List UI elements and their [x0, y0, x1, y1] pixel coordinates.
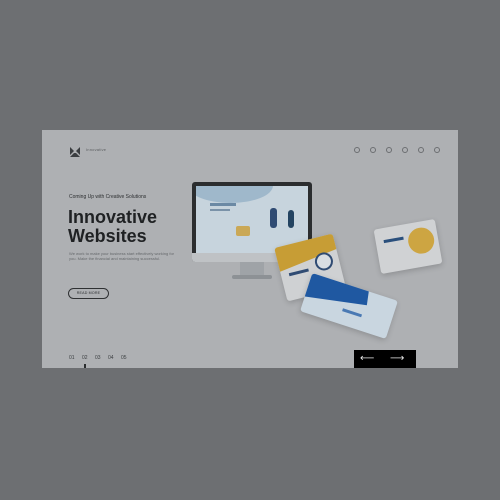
arrow-left-icon[interactable]: ⟵ [360, 354, 378, 364]
instagram-icon[interactable] [418, 147, 424, 153]
hero-title-line-1: Innovative [68, 207, 158, 227]
hero-description: We work to make your business start effe… [69, 251, 175, 261]
illustration-card-blue [300, 273, 398, 339]
pagination-item[interactable]: 05 [121, 355, 128, 361]
screen-wave-shape [196, 186, 273, 203]
social-links [354, 147, 440, 153]
screen-person-figure [288, 210, 294, 228]
brand-name: Innovative [86, 147, 107, 152]
linkedin-icon[interactable] [434, 147, 440, 153]
screen-subtitle-bar [210, 209, 230, 211]
arrow-right-icon[interactable]: ⟶ [390, 354, 408, 364]
pagination-item[interactable]: 02 [82, 355, 89, 361]
pagination-item[interactable]: 03 [95, 355, 102, 361]
card-yellow-circle [406, 225, 437, 256]
pagination-item[interactable]: 04 [108, 355, 115, 361]
logo[interactable] [69, 145, 81, 157]
hero-title: Innovative Websites [68, 208, 157, 246]
twitter-icon[interactable] [370, 147, 376, 153]
facebook-icon[interactable] [354, 147, 360, 153]
pagination-active-indicator [84, 364, 86, 368]
pagination-item[interactable]: 01 [69, 355, 76, 361]
logo-icon [70, 147, 80, 157]
read-more-button[interactable]: READ MORE [68, 288, 109, 299]
page-card: Innovative Coming Up with Creative Solut… [42, 130, 458, 368]
monitor-base [232, 275, 272, 279]
pagination: 01 02 03 04 05 [69, 355, 128, 361]
screen-person-figure [270, 208, 277, 228]
screen-yellow-card [236, 226, 250, 236]
hero-illustration [192, 182, 452, 339]
youtube-icon[interactable] [402, 147, 408, 153]
top-bar: Innovative [42, 130, 458, 170]
illustration-card-yellow [373, 218, 443, 275]
hero-title-line-2: Websites [68, 226, 147, 246]
monitor-stand [240, 262, 264, 276]
card-text-bar [383, 236, 404, 244]
slider-navigation: ⟵ ⟶ [354, 350, 416, 368]
hero-kicker: Coming Up with Creative Solutions [69, 194, 147, 200]
pinterest-icon[interactable] [386, 147, 392, 153]
card-text-bar [288, 268, 309, 277]
screen-headline-bar [210, 203, 236, 206]
card-text-bar [342, 308, 363, 318]
